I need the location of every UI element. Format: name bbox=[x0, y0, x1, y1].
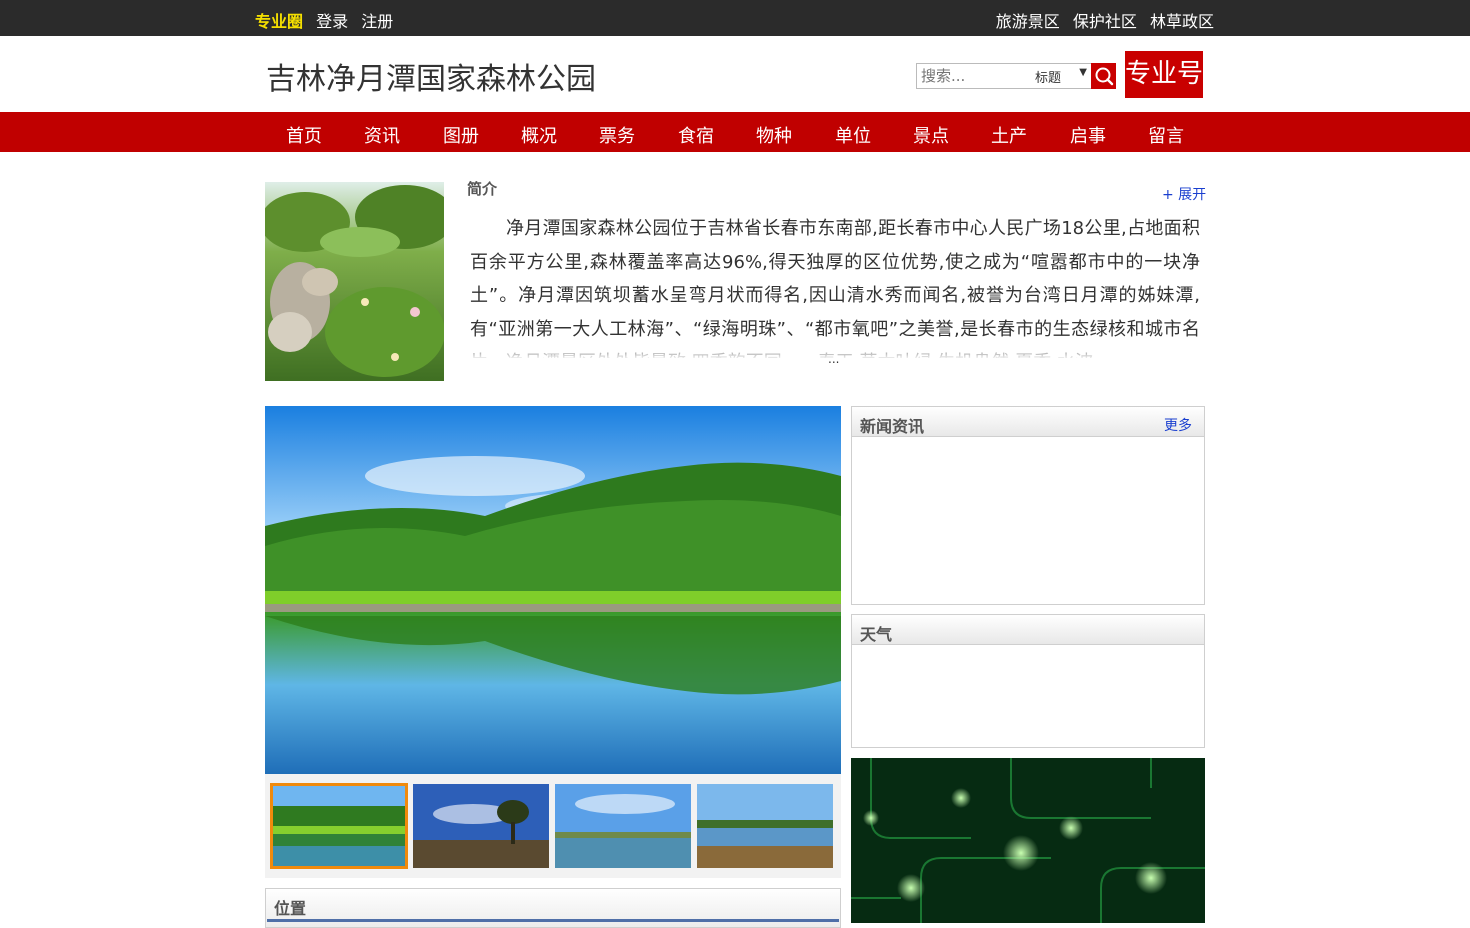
top-bar-right: 旅游景区 保护社区 林草政区 bbox=[988, 8, 1214, 32]
tech-banner-image[interactable] bbox=[851, 758, 1205, 923]
nav-lodging[interactable]: 食宿 bbox=[678, 122, 714, 148]
brand-link[interactable]: 专业圈 bbox=[255, 12, 303, 31]
nav-products[interactable]: 土产 bbox=[991, 122, 1027, 148]
location-panel-divider bbox=[267, 919, 839, 922]
location-panel: 位置 bbox=[265, 888, 841, 928]
top-link-forestry[interactable]: 林草政区 bbox=[1150, 12, 1214, 31]
chevron-down-icon: ▼ bbox=[1079, 67, 1087, 78]
weather-panel-title: 天气 bbox=[860, 625, 893, 644]
weather-panel-header: 天气 bbox=[852, 615, 1204, 645]
intro-text: 净月潭国家森林公园位于吉林省长春市东南部,距长春市中心人民广场18公里,占地面积… bbox=[470, 218, 1200, 358]
nav-species[interactable]: 物种 bbox=[756, 122, 792, 148]
nav-units[interactable]: 单位 bbox=[835, 122, 871, 148]
thumbnail-2[interactable] bbox=[413, 784, 549, 868]
thumbnail-4[interactable] bbox=[697, 784, 833, 868]
top-link-community[interactable]: 保护社区 bbox=[1073, 12, 1137, 31]
news-panel-title: 新闻资讯 bbox=[860, 417, 925, 436]
location-panel-title: 位置 bbox=[274, 899, 307, 918]
intro-expand-link[interactable]: + 展开 bbox=[1162, 184, 1206, 204]
top-bar: 专业圈 登录 注册 旅游景区 保护社区 林草政区 bbox=[0, 0, 1470, 36]
search-button[interactable] bbox=[1091, 63, 1116, 89]
nav-messages[interactable]: 留言 bbox=[1148, 122, 1184, 148]
intro-heading: 简介 bbox=[467, 180, 498, 198]
slideshow-main-image[interactable] bbox=[265, 406, 841, 774]
search-box: 标题 ▼ bbox=[916, 63, 1092, 89]
professional-badge[interactable]: 专业号 bbox=[1125, 51, 1203, 98]
intro-photo bbox=[265, 182, 444, 381]
thumbnail-3[interactable] bbox=[555, 784, 691, 868]
nav-news[interactable]: 资讯 bbox=[364, 122, 400, 148]
thumbnail-strip bbox=[265, 774, 841, 878]
news-more-link[interactable]: 更多 bbox=[1164, 415, 1192, 435]
search-scope-select[interactable]: 标题 ▼ bbox=[1035, 67, 1089, 86]
weather-panel: 天气 bbox=[851, 614, 1205, 748]
nav-attractions[interactable]: 景点 bbox=[913, 122, 949, 148]
search-icon bbox=[1095, 67, 1114, 86]
nav-home[interactable]: 首页 bbox=[286, 122, 322, 148]
news-panel-header: 新闻资讯 更多 bbox=[852, 407, 1204, 437]
nav-tickets[interactable]: 票务 bbox=[599, 122, 635, 148]
register-link[interactable]: 注册 bbox=[361, 12, 393, 31]
nav-album[interactable]: 图册 bbox=[443, 122, 479, 148]
thumbnail-1[interactable] bbox=[270, 783, 408, 869]
intro-ellipsis: ... bbox=[828, 352, 840, 366]
nav-overview[interactable]: 概况 bbox=[521, 122, 557, 148]
nav-notices[interactable]: 启事 bbox=[1070, 122, 1106, 148]
search-scope-value: 标题 bbox=[1035, 71, 1062, 86]
main-nav: 首页 资讯 图册 概况 票务 食宿 物种 单位 景点 土产 启事 留言 bbox=[0, 112, 1470, 152]
top-bar-left: 专业圈 登录 注册 bbox=[255, 8, 401, 32]
news-panel: 新闻资讯 更多 bbox=[851, 406, 1205, 605]
site-title[interactable]: 吉林净月潭国家森林公园 bbox=[266, 54, 596, 98]
login-link[interactable]: 登录 bbox=[316, 12, 348, 31]
top-link-tourism[interactable]: 旅游景区 bbox=[996, 12, 1060, 31]
search-input[interactable] bbox=[921, 67, 1031, 85]
